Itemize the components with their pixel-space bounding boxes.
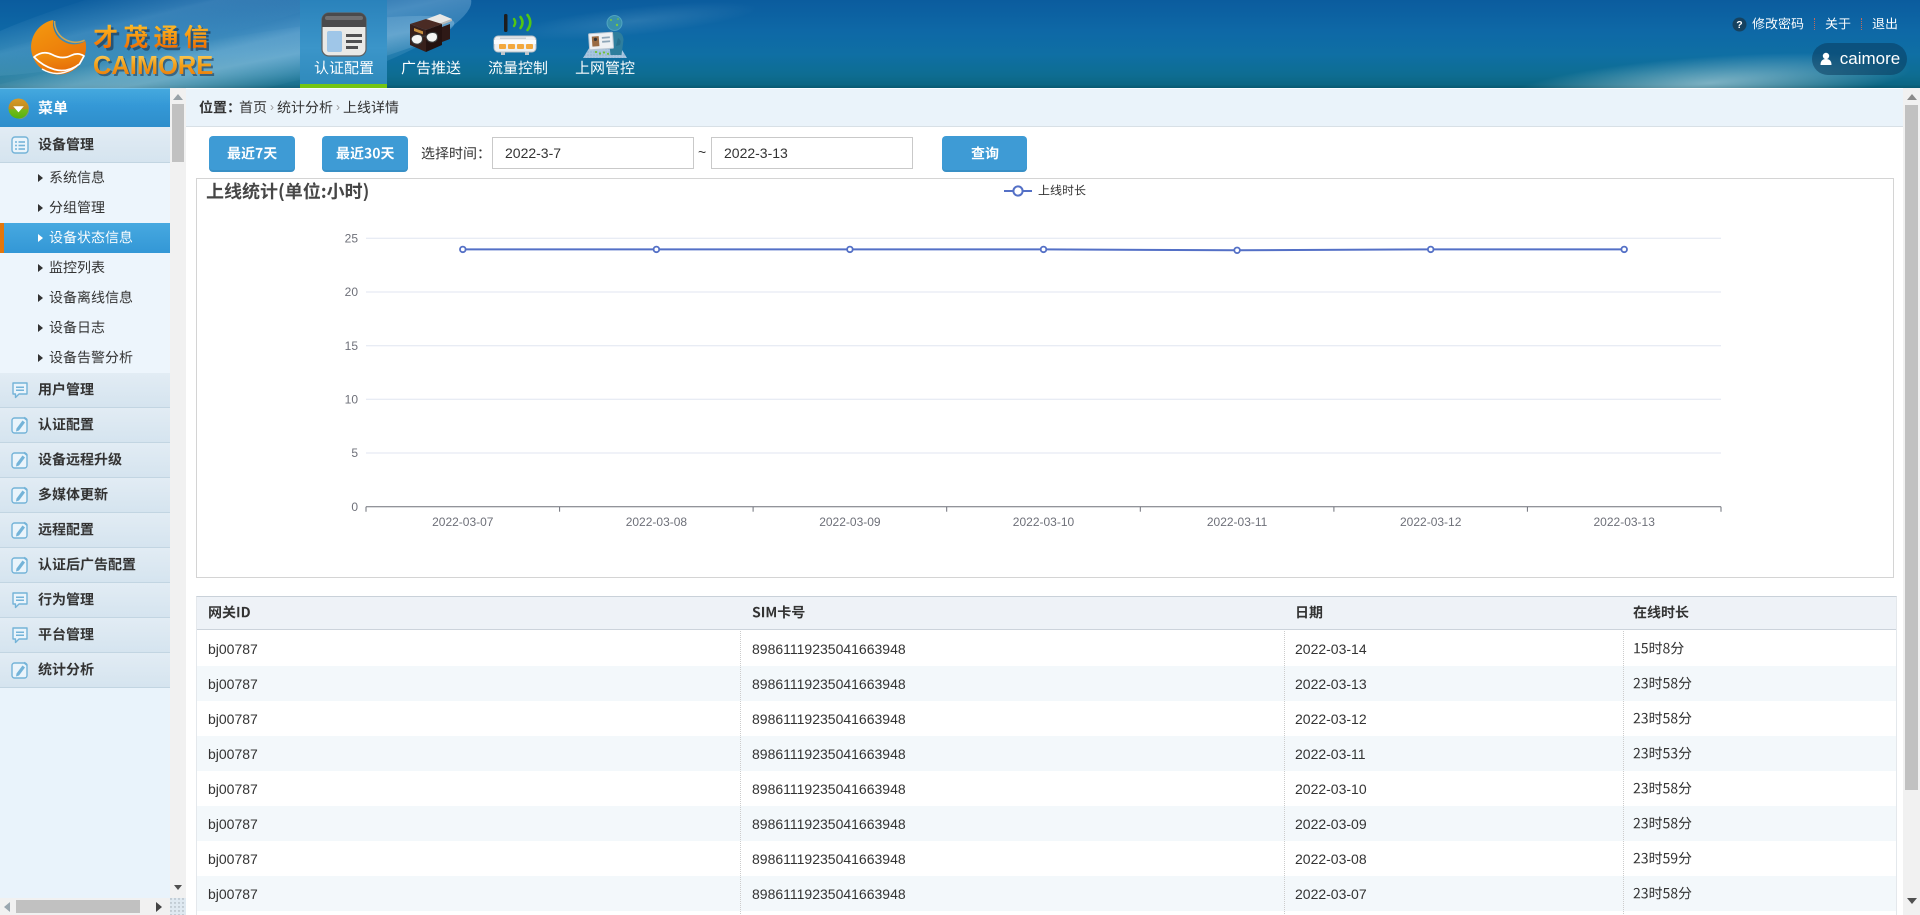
svg-text:15: 15	[345, 339, 359, 353]
svg-text:0: 0	[351, 500, 358, 514]
svg-text:5: 5	[351, 446, 358, 460]
svg-text:2022-03-10: 2022-03-10	[1013, 515, 1075, 529]
svg-text:25: 25	[345, 232, 359, 246]
svg-text:2022-03-11: 2022-03-11	[1207, 515, 1268, 529]
svg-text:CAIMORE: CAIMORE	[93, 52, 213, 78]
svg-text:2022-03-07: 2022-03-07	[432, 515, 494, 529]
svg-text:2022-03-12: 2022-03-12	[1400, 515, 1462, 529]
svg-text:2022-03-08: 2022-03-08	[626, 515, 688, 529]
svg-text:?: ?	[1736, 19, 1742, 31]
svg-text:20: 20	[345, 285, 359, 299]
svg-text:2022-03-09: 2022-03-09	[819, 515, 881, 529]
svg-text:2022-03-13: 2022-03-13	[1594, 515, 1656, 529]
svg-text:10: 10	[345, 393, 359, 407]
